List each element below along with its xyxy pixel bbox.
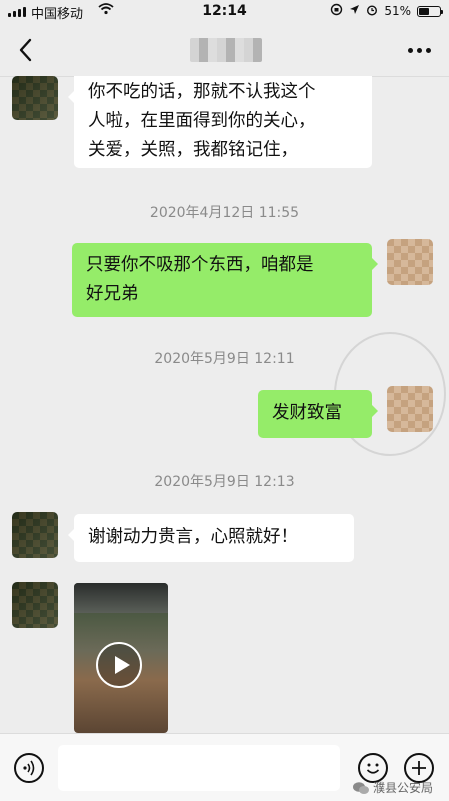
message-timestamp: 2020年5月9日 12:11 bbox=[154, 351, 295, 367]
status-bar: 中国移动 12:14 51% bbox=[0, 0, 449, 24]
message-bubble-outgoing[interactable]: 发财致富 bbox=[258, 390, 378, 438]
ellipsis-icon bbox=[408, 48, 413, 53]
play-icon[interactable] bbox=[96, 642, 142, 688]
contact-avatar[interactable] bbox=[12, 582, 58, 628]
watermark: 濮县公安局 bbox=[352, 779, 433, 796]
contact-avatar[interactable] bbox=[12, 76, 58, 120]
contact-name-blurred bbox=[190, 38, 262, 62]
message-text-line: 人啦，在里面得到你的关心， bbox=[88, 111, 316, 131]
message-text-line: 关爱，关照，我都铭记住， bbox=[88, 140, 298, 160]
plus-icon bbox=[412, 761, 426, 775]
message-text-line: 只要你不吸那个东西，咱都是 bbox=[86, 255, 314, 275]
message-timestamp: 2020年4月12日 11:55 bbox=[149, 205, 300, 221]
watermark-text: 濮县公安局 bbox=[372, 781, 433, 795]
message-text: 谢谢动力贵言，心照就好！ bbox=[88, 527, 298, 547]
orientation-lock-icon bbox=[330, 3, 343, 19]
voice-icon bbox=[23, 760, 35, 776]
chat-header bbox=[0, 24, 449, 77]
battery-percent: 51% bbox=[384, 4, 411, 18]
location-icon bbox=[349, 4, 360, 18]
voice-button[interactable] bbox=[14, 753, 44, 783]
wechat-icon bbox=[352, 781, 369, 794]
message-bubble-incoming[interactable]: 你不吃的话，那就不认我这个 人啦，在里面得到你的关心， 关爱，关照，我都铭记住， bbox=[68, 76, 372, 168]
chevron-left-icon bbox=[19, 38, 32, 62]
emoji-icon bbox=[366, 763, 380, 774]
message-bubble-incoming[interactable]: 谢谢动力贵言，心照就好！ bbox=[68, 514, 354, 562]
video-message[interactable] bbox=[74, 583, 168, 733]
message-bubble-outgoing[interactable]: 只要你不吸那个东西，咱都是 好兄弟 bbox=[72, 243, 378, 317]
message-text: 发财致富 bbox=[272, 403, 342, 423]
battery-icon bbox=[417, 5, 443, 17]
my-avatar[interactable] bbox=[387, 386, 433, 432]
alarm-icon bbox=[366, 4, 378, 19]
contact-avatar[interactable] bbox=[12, 512, 58, 558]
back-button[interactable] bbox=[14, 36, 40, 64]
message-timestamp: 2020年5月9日 12:13 bbox=[154, 474, 295, 490]
message-input[interactable] bbox=[58, 745, 340, 791]
message-text-line: 你不吃的话，那就不认我这个 bbox=[88, 82, 316, 102]
more-button[interactable] bbox=[408, 48, 431, 53]
video-thumbnail bbox=[74, 583, 168, 613]
my-avatar[interactable] bbox=[387, 239, 433, 285]
message-text-line: 好兄弟 bbox=[86, 284, 139, 304]
